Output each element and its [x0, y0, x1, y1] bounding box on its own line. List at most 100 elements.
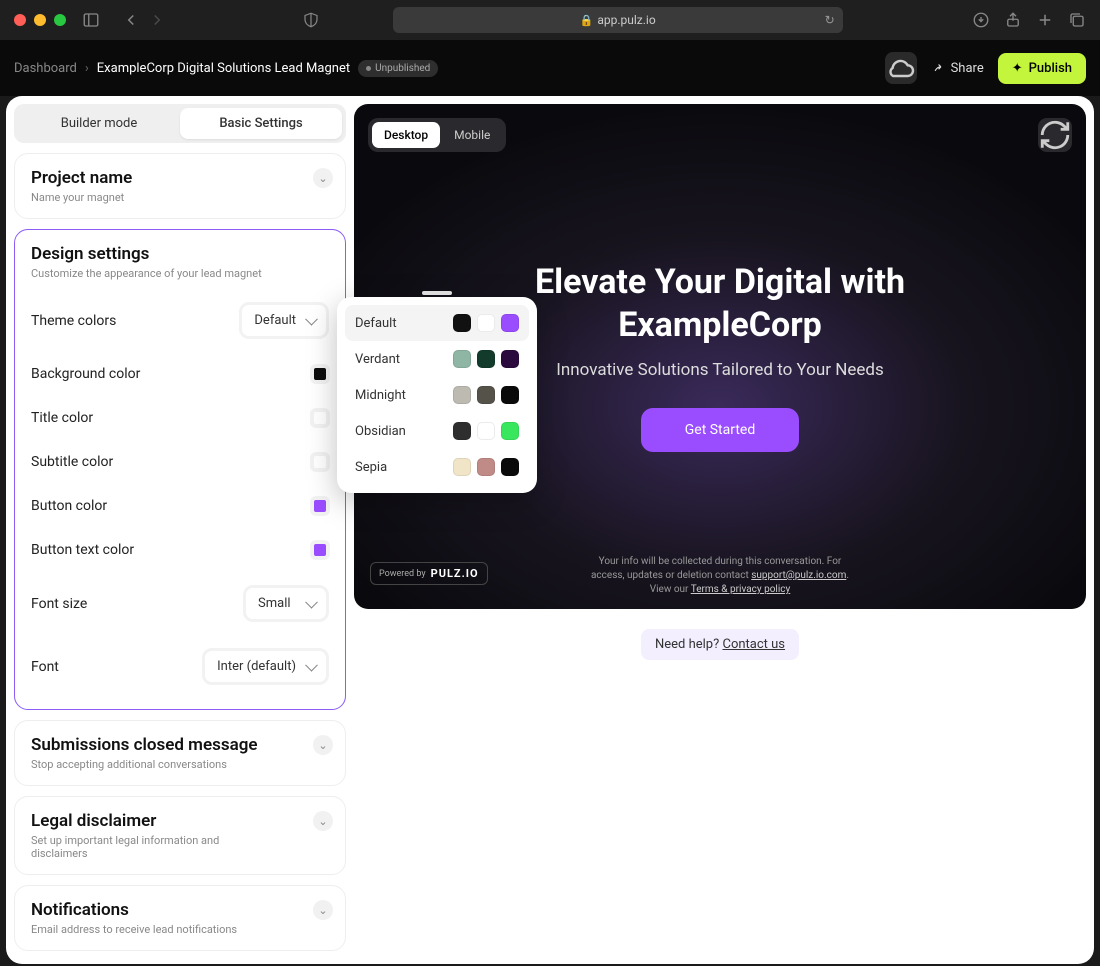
minimize-window-icon[interactable]: [34, 14, 46, 26]
publish-label: Publish: [1029, 61, 1072, 76]
reload-icon[interactable]: ↻: [825, 13, 835, 27]
forward-icon[interactable]: [148, 11, 166, 29]
color-swatch[interactable]: [311, 365, 329, 383]
theme-swatches: [453, 386, 519, 404]
header-actions: Share ✦ Publish: [885, 52, 1086, 84]
powered-by-label: Powered by: [379, 569, 426, 579]
theme-name: Midnight: [355, 388, 406, 403]
theme-option-obsidian[interactable]: Obsidian: [345, 413, 529, 449]
terms-link[interactable]: Terms & privacy policy: [691, 584, 791, 595]
font-size-select[interactable]: Small: [243, 585, 329, 622]
theme-option-midnight[interactable]: Midnight: [345, 377, 529, 413]
row-theme-colors: Theme colors Default: [31, 292, 329, 349]
cloud-save-button[interactable]: [885, 52, 917, 84]
row-button-text-color: Button text color: [31, 531, 329, 569]
color-swatch[interactable]: [311, 497, 329, 515]
device-tabs: Desktop Mobile: [368, 118, 506, 152]
theme-swatches: [453, 422, 519, 440]
help-prefix: Need help?: [655, 637, 723, 652]
hero-subtitle: Innovative Solutions Tailored to Your Ne…: [556, 360, 884, 380]
font-select[interactable]: Inter (default): [202, 648, 329, 685]
support-email-link[interactable]: support@pulz.io.com: [751, 570, 846, 581]
panel-submissions-closed[interactable]: Submissions closed message Stop acceptin…: [14, 720, 346, 786]
chevron-down-icon[interactable]: ⌄: [313, 900, 333, 920]
breadcrumb-current: ExampleCorp Digital Solutions Lead Magne…: [97, 61, 350, 76]
color-swatch[interactable]: [311, 409, 329, 427]
theme-name: Obsidian: [355, 424, 406, 439]
preview-footer: Powered by PULZ.IO Your info will be col…: [354, 555, 1086, 597]
sparkle-icon: ✦: [1012, 61, 1023, 76]
panel-sub: Stop accepting additional conversations: [31, 758, 329, 771]
theme-option-verdant[interactable]: Verdant: [345, 341, 529, 377]
row-button-color: Button color: [31, 487, 329, 525]
tab-builder-mode[interactable]: Builder mode: [18, 108, 180, 139]
chevron-down-icon[interactable]: ⌄: [313, 168, 333, 188]
settings-sidebar: Builder mode Basic Settings Project name…: [14, 104, 346, 956]
row-label: Font size: [31, 596, 87, 612]
shield-icon[interactable]: [302, 11, 320, 29]
panel-title: Design settings: [31, 244, 329, 264]
theme-select[interactable]: Default: [239, 302, 329, 339]
sidebar-toggle-icon[interactable]: [82, 11, 100, 29]
color-swatch[interactable]: [311, 541, 329, 559]
close-window-icon[interactable]: [14, 14, 26, 26]
chevron-down-icon[interactable]: ⌄: [313, 735, 333, 755]
theme-name: Default: [355, 316, 397, 331]
panel-sub: Customize the appearance of your lead ma…: [31, 267, 329, 280]
row-label: Font: [31, 659, 59, 675]
panel-legal-disclaimer[interactable]: Legal disclaimer Set up important legal …: [14, 796, 346, 875]
window-controls: [14, 14, 66, 26]
maximize-window-icon[interactable]: [54, 14, 66, 26]
panel-title: Project name: [31, 168, 329, 188]
theme-swatches: [453, 458, 519, 476]
refresh-preview-button[interactable]: [1038, 118, 1072, 152]
color-swatch[interactable]: [311, 453, 329, 471]
new-tab-icon[interactable]: [1036, 11, 1054, 29]
publish-button[interactable]: ✦ Publish: [998, 53, 1086, 84]
share-icon[interactable]: [1004, 11, 1022, 29]
tabs-icon[interactable]: [1068, 11, 1086, 29]
status-badge: Unpublished: [358, 60, 438, 77]
panel-title: Submissions closed message: [31, 735, 329, 755]
theme-option-sepia[interactable]: Sepia: [345, 449, 529, 485]
theme-dropdown: Default Verdant Midnight Obsidian Sepia: [337, 297, 537, 493]
row-label: Button color: [31, 498, 107, 514]
lock-icon: 🔒: [580, 14, 594, 27]
download-icon[interactable]: [972, 11, 990, 29]
share-button[interactable]: Share: [925, 61, 990, 76]
tab-mobile[interactable]: Mobile: [442, 122, 502, 148]
panel-notifications[interactable]: Notifications Email address to receive l…: [14, 885, 346, 951]
panel-project-name[interactable]: Project name Name your magnet ⌄: [14, 153, 346, 219]
back-icon[interactable]: [122, 11, 140, 29]
powered-by-badge[interactable]: Powered by PULZ.IO: [370, 562, 488, 585]
panel-design-settings: Design settings Customize the appearance…: [14, 229, 346, 710]
tab-basic-settings[interactable]: Basic Settings: [180, 108, 342, 139]
nav-arrows: [122, 11, 166, 29]
panel-sub: Set up important legal information and d…: [31, 834, 231, 860]
theme-swatches: [453, 350, 519, 368]
row-label: Title color: [31, 410, 93, 426]
theme-option-default[interactable]: Default: [345, 305, 529, 341]
breadcrumb-root[interactable]: Dashboard: [14, 61, 77, 76]
share-arrow-icon: [931, 61, 945, 75]
panel-sub: Name your magnet: [31, 191, 329, 204]
cta-button[interactable]: Get Started: [641, 408, 800, 452]
row-title-color: Title color: [31, 399, 329, 437]
panel-title: Notifications: [31, 900, 329, 920]
theme-swatches: [453, 314, 519, 332]
row-label: Button text color: [31, 542, 134, 558]
tab-desktop[interactable]: Desktop: [372, 122, 440, 148]
chevron-right-icon: ›: [85, 61, 89, 76]
row-label: Theme colors: [31, 313, 116, 329]
preview-area: Desktop Mobile Elevate Your Digital with…: [354, 104, 1086, 956]
url-bar[interactable]: 🔒 app.pulz.io ↻: [393, 7, 843, 33]
chevron-down-icon[interactable]: ⌄: [313, 811, 333, 831]
url-text: app.pulz.io: [597, 13, 655, 27]
row-font-size: Font size Small: [31, 575, 329, 632]
browser-chrome: 🔒 app.pulz.io ↻: [0, 0, 1100, 40]
chrome-right: [972, 11, 1086, 29]
breadcrumb: Dashboard › ExampleCorp Digital Solution…: [14, 60, 438, 77]
hero-title: Elevate Your Digital with ExampleCorp: [480, 261, 960, 346]
row-label: Subtitle color: [31, 454, 113, 470]
contact-us-link[interactable]: Contact us: [722, 637, 785, 652]
